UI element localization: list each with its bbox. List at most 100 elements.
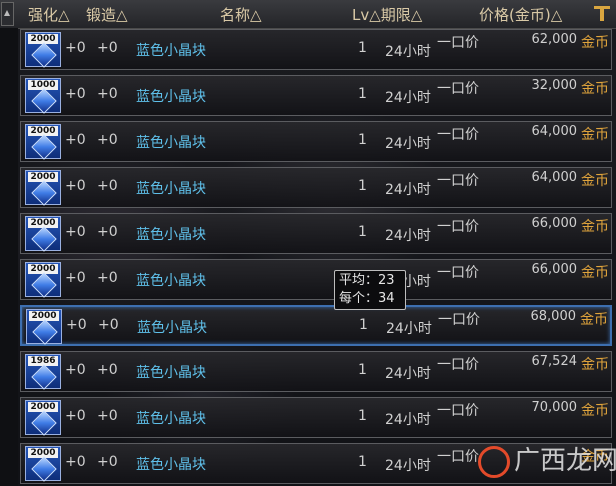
row-price: 67,524 xyxy=(531,354,578,369)
scrollbar-track[interactable] xyxy=(0,28,18,486)
crystal-gem-icon xyxy=(31,42,57,68)
row-buy-type: 一口价 xyxy=(437,357,479,373)
row-expire: 24小时 xyxy=(386,321,432,337)
row-level: 1 xyxy=(358,40,367,56)
row-expire: 24小时 xyxy=(385,366,431,382)
row-buy-type: 一口价 xyxy=(437,173,479,189)
row-item-name: 蓝色小晶块 xyxy=(136,89,206,105)
filter-icon[interactable] xyxy=(594,4,610,22)
auction-row[interactable]: 2000 +0 +0 蓝色小晶块 1 24小时 一口价 62,000 金币 xyxy=(20,29,612,70)
auction-row[interactable]: 2000 +0 +0 蓝色小晶块 1 24小时 一口价 64,000 金币 xyxy=(20,167,612,208)
blue-crystal-item-icon[interactable]: 2000 xyxy=(25,170,61,206)
crystal-gem-icon xyxy=(31,180,57,206)
auction-row[interactable]: 2000 +0 +0 蓝色小晶块 1 24小时 一口价 68,000 金币 xyxy=(20,305,612,346)
row-strengthen: +0 xyxy=(65,132,86,148)
row-item-name: 蓝色小晶块 xyxy=(136,457,206,473)
row-level: 1 xyxy=(358,224,367,240)
row-strengthen: +0 xyxy=(65,270,86,286)
row-strengthen: +0 xyxy=(65,408,86,424)
row-currency: 金币 xyxy=(581,219,609,235)
row-level: 1 xyxy=(358,454,367,470)
row-forge: +0 xyxy=(97,408,118,424)
crystal-gem-icon xyxy=(31,456,57,482)
auction-row[interactable]: 1986 +0 +0 蓝色小晶块 1 24小时 一口价 67,524 金币 xyxy=(20,351,612,392)
blue-crystal-item-icon[interactable]: 2000 xyxy=(26,309,62,345)
row-forge: +0 xyxy=(98,317,119,333)
row-currency: 金币 xyxy=(581,265,609,281)
auction-row[interactable]: 1000 +0 +0 蓝色小晶块 1 24小时 一口价 32,000 金币 xyxy=(20,75,612,116)
price-tooltip: 平均：23 每个：34 xyxy=(334,270,406,310)
sort-name-header[interactable]: 名称△ xyxy=(220,4,262,25)
tooltip-average: 平均：23 xyxy=(339,273,395,288)
auction-row[interactable]: 2000 +0 +0 蓝色小晶块 1 24小时 一口价 64,000 金币 xyxy=(20,121,612,162)
row-buy-type: 一口价 xyxy=(437,219,479,235)
crystal-gem-icon xyxy=(31,410,57,436)
crystal-gem-icon xyxy=(31,272,57,298)
row-strengthen: +0 xyxy=(65,178,86,194)
row-price: 68,000 xyxy=(530,309,577,324)
row-buy-type: 一口价 xyxy=(437,35,479,51)
row-level: 1 xyxy=(358,178,367,194)
auction-row[interactable]: 2000+0+0蓝色小晶块124小时一口价66,000金币 xyxy=(20,213,612,254)
row-item-name: 蓝色小晶块 xyxy=(136,181,206,197)
sort-forge-header[interactable]: 锻造△ xyxy=(86,4,128,25)
row-expire: 24小时 xyxy=(385,458,431,474)
row-forge: +0 xyxy=(97,270,118,286)
blue-crystal-item-icon[interactable]: 1000 xyxy=(25,78,61,114)
row-strengthen: +0 xyxy=(65,86,86,102)
blue-crystal-item-icon[interactable]: 2000 xyxy=(25,124,61,160)
row-expire: 24小时 xyxy=(385,228,431,244)
blue-crystal-item-icon[interactable]: 2000 xyxy=(25,446,61,482)
row-currency: 金币 xyxy=(581,357,609,373)
crystal-gem-icon xyxy=(31,364,57,390)
row-price: 66,000 xyxy=(531,216,578,231)
tooltip-each: 每个：34 xyxy=(339,291,395,306)
blue-crystal-item-icon[interactable]: 2000 xyxy=(25,32,61,68)
row-price: 64,000 xyxy=(531,170,578,185)
row-strengthen: +0 xyxy=(65,224,86,240)
row-currency: 金币 xyxy=(581,127,609,143)
scroll-up-icon[interactable] xyxy=(1,2,14,26)
row-buy-type: 一口价 xyxy=(437,403,479,419)
row-forge: +0 xyxy=(97,86,118,102)
crystal-gem-icon xyxy=(32,319,58,345)
row-price: 66,000 xyxy=(531,262,578,277)
blue-crystal-item-icon[interactable]: 2000 xyxy=(25,216,61,252)
row-currency: 金币 xyxy=(581,173,609,189)
row-forge: +0 xyxy=(97,454,118,470)
sort-price-header[interactable]: 价格(金币)△ xyxy=(479,4,562,25)
row-buy-type: 一口价 xyxy=(437,81,479,97)
auction-row[interactable]: 2000 +0 +0 蓝色小晶块 1 24小时 一口价 70,000 金币 xyxy=(20,397,612,438)
row-buy-type: 一口价 xyxy=(437,127,479,143)
row-currency: 金币 xyxy=(581,35,609,51)
row-price: 64,000 xyxy=(531,124,578,139)
row-price: 62,000 xyxy=(531,32,578,47)
row-level: 1 xyxy=(358,362,367,378)
row-expire: 24小时 xyxy=(385,182,431,198)
sort-lv-expire-header[interactable]: Lv△期限△ xyxy=(352,4,422,25)
row-item-name: 蓝色小晶块 xyxy=(136,273,206,289)
crystal-gem-icon xyxy=(31,88,57,114)
row-currency: 金币 xyxy=(581,81,609,97)
row-price: 70,000 xyxy=(531,400,578,415)
row-forge: +0 xyxy=(97,362,118,378)
blue-crystal-item-icon[interactable]: 2000 xyxy=(25,262,61,298)
sort-strengthen-header[interactable]: 强化△ xyxy=(28,4,70,25)
row-item-name: 蓝色小晶块 xyxy=(136,135,206,151)
row-forge: +0 xyxy=(97,132,118,148)
row-forge: +0 xyxy=(97,224,118,240)
row-currency: 金币 xyxy=(581,403,609,419)
watermark-logo-icon xyxy=(478,446,510,478)
row-expire: 24小时 xyxy=(385,44,431,60)
row-expire: 24小时 xyxy=(385,412,431,428)
row-buy-type: 一口价 xyxy=(437,449,479,465)
site-watermark: 广西龙网 xyxy=(478,440,616,480)
row-buy-type: 一口价 xyxy=(437,265,479,281)
blue-crystal-item-icon[interactable]: 2000 xyxy=(25,400,61,436)
row-level: 1 xyxy=(358,408,367,424)
auction-row[interactable]: 2000+0+0蓝色小晶块124小时一口价66,000金币 xyxy=(20,259,612,300)
row-level: 1 xyxy=(358,132,367,148)
row-expire: 24小时 xyxy=(385,90,431,106)
blue-crystal-item-icon[interactable]: 1986 xyxy=(25,354,61,390)
row-forge: +0 xyxy=(97,178,118,194)
